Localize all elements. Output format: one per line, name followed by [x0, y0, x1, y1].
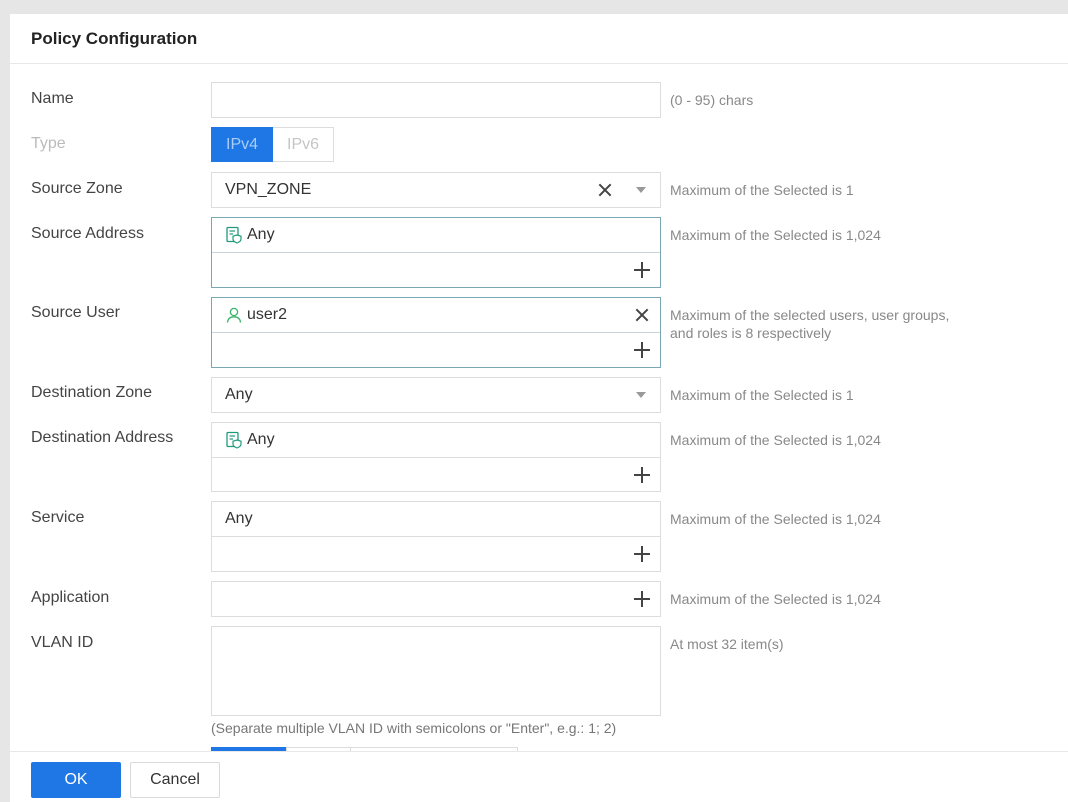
source-user-label: Source User	[31, 304, 120, 321]
source-zone-hint: Maximum of the Selected is 1	[670, 182, 854, 198]
application-add-row[interactable]	[212, 582, 660, 616]
source-user-hint: Maximum of the selected users, user grou…	[670, 307, 950, 341]
destination-zone-value: Any	[225, 386, 253, 403]
service-item: Any	[225, 510, 253, 527]
destination-zone-hint: Maximum of the Selected is 1	[670, 387, 854, 403]
source-address-hint: Maximum of the Selected is 1,024	[670, 227, 881, 243]
destination-address-hint: Maximum of the Selected is 1,024	[670, 432, 881, 448]
address-book-shield-icon	[225, 431, 243, 449]
name-label: Name	[31, 90, 74, 107]
type-label: Type	[31, 135, 66, 152]
vlan-id-note: (Separate multiple VLAN ID with semicolo…	[211, 720, 617, 736]
plus-icon[interactable]	[634, 466, 650, 483]
destination-address-field[interactable]: Any	[211, 422, 661, 492]
vlan-id-label: VLAN ID	[31, 634, 94, 651]
source-address-field[interactable]: Any	[211, 217, 661, 288]
vlan-id-textarea[interactable]	[211, 626, 661, 716]
source-address-add-row[interactable]	[212, 252, 660, 286]
plus-icon[interactable]	[634, 341, 650, 358]
plus-icon[interactable]	[634, 545, 650, 562]
service-field[interactable]: Any	[211, 501, 661, 572]
plus-icon[interactable]	[634, 261, 650, 278]
service-add-row[interactable]	[212, 536, 660, 570]
name-hint: (0 - 95) chars	[670, 92, 754, 108]
type-option-ipv6[interactable]: IPv6	[273, 127, 335, 162]
source-zone-select[interactable]: VPN_ZONE	[211, 172, 661, 208]
destination-zone-label: Destination Zone	[31, 384, 152, 401]
user-icon	[225, 306, 243, 324]
application-field[interactable]	[211, 581, 661, 617]
destination-address-item: Any	[212, 423, 660, 457]
caret-down-icon[interactable]	[636, 187, 646, 193]
destination-zone-select[interactable]: Any	[211, 377, 661, 413]
destination-address-label: Destination Address	[31, 429, 174, 446]
dialog-title: Policy Configuration	[31, 28, 198, 48]
source-zone-label: Source Zone	[31, 180, 123, 197]
source-user-add-row[interactable]	[212, 332, 660, 366]
application-hint: Maximum of the Selected is 1,024	[670, 591, 881, 607]
service-label: Service	[31, 509, 85, 526]
vlan-id-hint: At most 32 item(s)	[670, 636, 784, 652]
dialog-header: Policy Configuration	[10, 14, 1068, 64]
close-icon[interactable]	[635, 308, 649, 322]
address-book-shield-icon	[225, 226, 243, 244]
source-user-item: user2	[212, 298, 660, 332]
cancel-button[interactable]: Cancel	[130, 762, 220, 798]
source-address-label: Source Address	[31, 225, 144, 242]
source-user-field[interactable]: user2	[211, 297, 661, 368]
type-toggle: IPv4 IPv6	[211, 127, 335, 162]
plus-icon[interactable]	[634, 591, 650, 607]
type-option-ipv4[interactable]: IPv4	[211, 127, 274, 162]
destination-address-add-row[interactable]	[212, 457, 660, 491]
dialog-footer: OK Cancel	[10, 751, 1068, 802]
policy-dialog: Policy Configuration Name (0 - 95) chars…	[10, 14, 1068, 802]
close-icon[interactable]	[598, 183, 612, 197]
service-hint: Maximum of the Selected is 1,024	[670, 511, 881, 527]
application-label: Application	[31, 589, 110, 606]
name-input[interactable]	[211, 82, 661, 118]
source-zone-value: VPN_ZONE	[225, 181, 312, 198]
caret-down-icon[interactable]	[636, 392, 646, 398]
ok-button[interactable]: OK	[31, 762, 121, 798]
source-address-item: Any	[212, 218, 660, 252]
